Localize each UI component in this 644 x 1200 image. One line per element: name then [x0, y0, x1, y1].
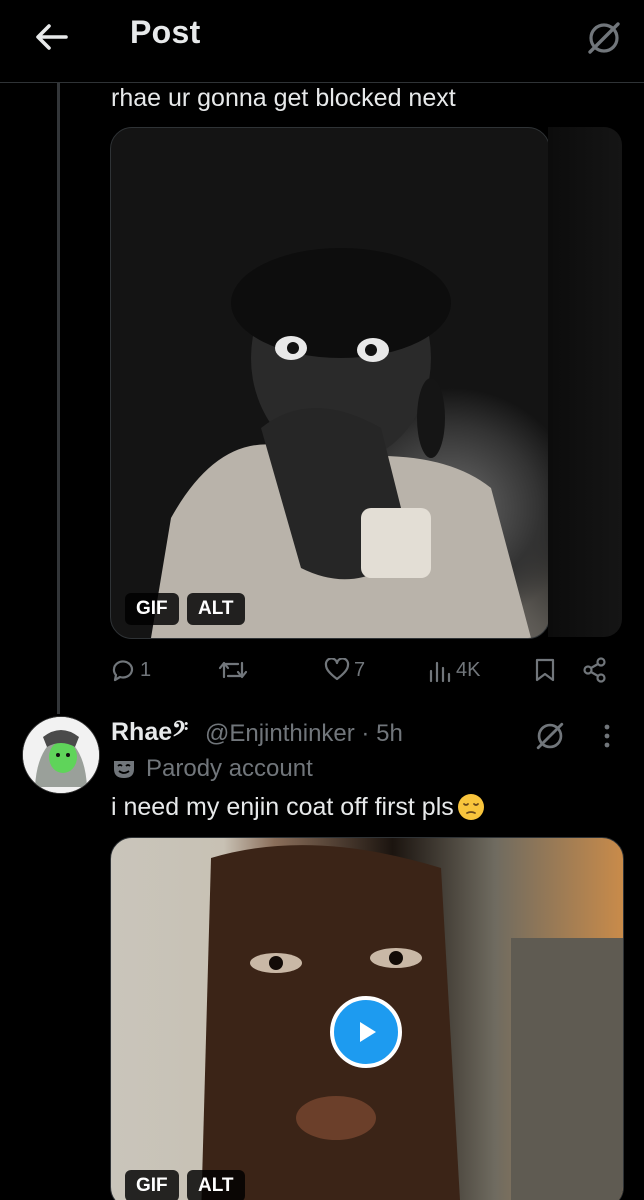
reply-button[interactable]: 1 — [110, 650, 151, 690]
reply-icon — [112, 660, 134, 682]
share-button[interactable] — [582, 650, 608, 690]
heart-icon — [324, 658, 350, 681]
author-handle-time[interactable]: @Enjinthinker · 5h — [205, 720, 403, 748]
arrow-left-icon — [36, 24, 68, 50]
views-icon — [429, 661, 451, 683]
bookmark-icon — [535, 658, 555, 682]
thread-connector-line — [57, 82, 60, 714]
parody-label: Parody account — [112, 755, 313, 783]
bookmark-button[interactable] — [534, 650, 556, 690]
gif-badge: GIF — [125, 1170, 179, 1200]
grok-button[interactable] — [530, 716, 570, 756]
avatar-illustration — [23, 717, 99, 793]
reply-count: 1 — [140, 658, 152, 681]
share-icon — [583, 657, 606, 683]
back-button[interactable] — [30, 16, 72, 58]
parody-text: Parody account — [146, 755, 313, 782]
author-name[interactable]: Rhae𝄢 — [111, 718, 188, 747]
grok-icon — [536, 722, 564, 750]
gif-badge: GIF — [125, 593, 179, 625]
parody-mask-icon — [114, 761, 134, 778]
post-gif[interactable]: GIF ALT — [110, 127, 550, 639]
like-count: 7 — [354, 658, 366, 681]
more-options-button[interactable] — [592, 716, 622, 756]
gif-frame-illustration — [151, 248, 531, 638]
alt-badge[interactable]: ALT — [187, 1170, 245, 1200]
avatar[interactable] — [22, 716, 100, 794]
view-count: 4K — [456, 658, 481, 681]
page-title: Post — [130, 14, 201, 50]
grok-button[interactable] — [582, 16, 626, 60]
next-media-peek — [548, 127, 622, 637]
pensive-emoji-icon — [457, 794, 484, 820]
alt-badge[interactable]: ALT — [187, 593, 245, 625]
post-text: rhae ur gonna get blocked next — [111, 84, 456, 112]
play-icon — [360, 1022, 376, 1042]
grok-icon — [588, 22, 620, 54]
post-page: Post rhae ur gonna get blocked next GIF … — [0, 0, 644, 1200]
repost-icon — [218, 661, 248, 679]
post-text: i need my enjin coat off first pls — [111, 792, 486, 822]
repost-button[interactable] — [218, 650, 248, 690]
post-text-content: i need my enjin coat off first pls — [111, 792, 454, 821]
like-button[interactable]: 7 — [324, 650, 365, 690]
top-bar: Post — [0, 0, 644, 83]
more-vertical-icon — [604, 724, 610, 748]
action-bar: 1 7 4K — [110, 650, 620, 690]
play-button[interactable] — [330, 996, 402, 1068]
views-button[interactable]: 4K — [428, 650, 480, 690]
